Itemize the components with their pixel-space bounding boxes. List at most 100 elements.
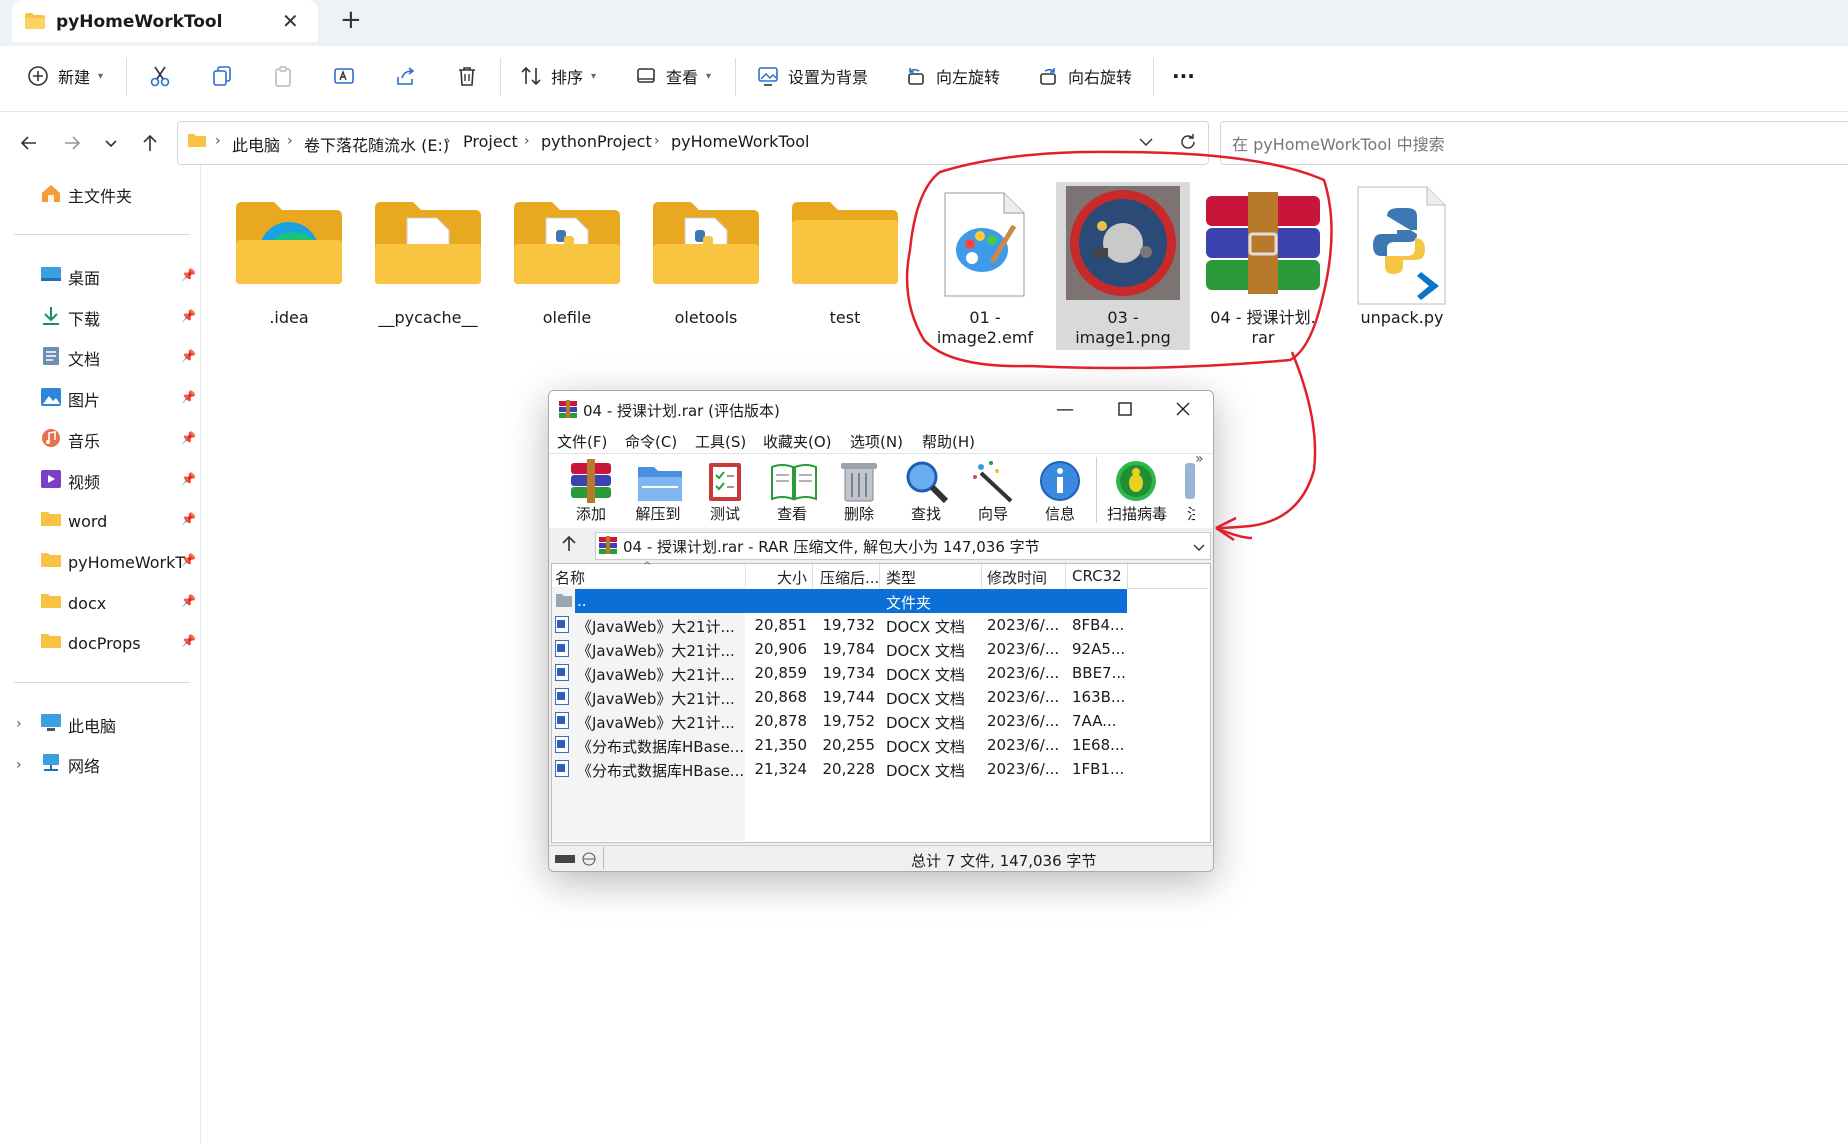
up-icon[interactable] [135,128,165,158]
rename-button[interactable] [332,56,356,96]
tool-view[interactable]: 查看 [761,457,823,525]
folder-item-test[interactable]: test [780,182,910,332]
copy-icon [210,64,234,88]
breadcrumb-drive-e[interactable]: 卷下落花随流水 (E:) [304,132,449,156]
new-button[interactable]: 新建 ▾ [26,56,103,96]
file-item-unpack-py[interactable]: unpack.py [1337,182,1467,332]
divider [500,58,501,96]
maximize-icon[interactable] [1095,391,1155,427]
cell-modified: 2023/6/... [987,736,1060,754]
up-one-level-icon[interactable] [559,533,579,557]
sidebar-item-desktop[interactable]: 桌面 [40,262,100,292]
tool-add[interactable]: 添加 [560,457,622,525]
sort-button[interactable]: 排序 ▾ [519,56,596,96]
column-size[interactable]: 大小 [777,567,807,588]
refresh-icon[interactable] [1173,127,1203,157]
sidebar-item-home[interactable]: 主文件夹 [40,180,132,210]
sidebar-item-pyhomeworktool[interactable]: pyHomeWorkT [40,547,185,577]
folder-item-pycache[interactable]: __pycache__ [363,182,493,332]
menu-file[interactable]: 文件(F) [557,431,607,452]
tool-scan-virus[interactable]: 扫描病毒 [1105,457,1169,525]
sidebar-item-network[interactable]: 网络 [40,750,100,780]
sidebar-item-word[interactable]: word [40,506,107,536]
view-button[interactable]: 查看 ▾ [634,56,711,96]
pin-icon[interactable]: 📌 [181,268,196,282]
breadcrumb-project[interactable]: Project [463,132,518,151]
tool-extract-to[interactable]: 解压到 [627,457,689,525]
folder-item-idea[interactable]: .idea [224,182,354,332]
tool-test[interactable]: 测试 [694,457,756,525]
pin-icon[interactable]: 📌 [181,309,196,323]
column-crc32[interactable]: CRC32 [1072,567,1122,585]
recent-locations-icon[interactable] [96,128,126,158]
divider [603,847,604,869]
close-tab-icon[interactable]: ✕ [282,9,299,33]
menu-help[interactable]: 帮助(H) [922,431,975,452]
more-options-button[interactable]: ··· [1172,56,1195,96]
toolbar-overflow-icon[interactable]: » [1195,451,1204,467]
cell-type: DOCX 文档 [886,618,965,636]
pin-icon[interactable]: 📌 [181,431,196,445]
rotate-right-button[interactable]: 向右旋转 [1036,56,1132,96]
menu-options[interactable]: 选项(N) [850,431,903,452]
tool-wizard[interactable]: 向导 [962,457,1024,525]
menu-favorites[interactable]: 收藏夹(O) [763,431,832,452]
menu-tools[interactable]: 工具(S) [695,431,746,452]
pin-icon[interactable]: 📌 [181,553,196,567]
column-type[interactable]: 类型 [886,567,916,588]
column-modified[interactable]: 修改时间 [987,567,1047,588]
column-packed[interactable]: 压缩后... [820,567,879,588]
share-button[interactable] [394,56,418,96]
view-label: 查看 [666,68,699,87]
back-icon[interactable] [14,128,44,158]
sidebar-item-docx[interactable]: docx [40,588,106,618]
sidebar-item-pictures[interactable]: 图片 [40,384,100,414]
item-label: image1.png [1075,328,1171,347]
chevron-down-icon[interactable] [1193,539,1205,558]
tool-label: 解压到 [635,505,681,523]
pin-icon[interactable]: 📌 [181,390,196,404]
tool-find[interactable]: 查找 [895,457,957,525]
sidebar-item-music[interactable]: 音乐 [40,425,100,455]
cut-button[interactable] [148,56,172,96]
pin-icon[interactable]: 📌 [181,634,196,648]
pin-icon[interactable]: 📌 [181,472,196,486]
breadcrumb-pythonproject[interactable]: pythonProject [541,132,652,151]
forward-icon[interactable] [57,128,87,158]
delete-button[interactable] [455,56,479,96]
pin-icon[interactable]: 📌 [181,594,196,608]
sidebar-item-this-pc[interactable]: 此电脑 [40,710,116,740]
sidebar-item-downloads[interactable]: 下载 [40,303,100,333]
expand-icon[interactable]: › [16,757,22,773]
file-item-image2-emf[interactable]: 01 - image2.emf [920,182,1050,352]
copy-button[interactable] [210,56,234,96]
tool-comment-partial[interactable]: 注 [1183,457,1213,525]
folder-item-olefile[interactable]: olefile [502,182,632,332]
pin-icon[interactable]: 📌 [181,349,196,363]
set-as-background-button[interactable]: 设置为背景 [756,56,868,96]
address-dropdown-icon[interactable] [1131,127,1161,157]
column-name[interactable]: 名称 [555,567,585,588]
folder-item-oletools[interactable]: oletools [641,182,771,332]
sidebar-item-videos[interactable]: 视频 [40,466,100,496]
minimize-icon[interactable]: — [1035,391,1095,427]
file-item-image1-png[interactable]: 03 - image1.png [1058,182,1188,352]
close-icon[interactable] [1153,391,1213,427]
pin-icon[interactable]: 📌 [181,512,196,526]
sidebar-item-docprops[interactable]: docProps [40,628,141,658]
breadcrumb-pyhomeworktool[interactable]: pyHomeWorkTool [671,132,809,151]
expand-icon[interactable]: › [16,716,22,732]
tool-info[interactable]: 信息 [1029,457,1091,525]
table-row-parent[interactable] [575,589,1127,613]
add-archive-icon [571,459,611,503]
rotate-left-button[interactable]: 向左旋转 [904,56,1000,96]
sidebar-item-documents[interactable]: 文档 [40,343,100,373]
menu-commands[interactable]: 命令(C) [625,431,677,452]
paste-button[interactable] [271,56,295,96]
breadcrumb-this-pc[interactable]: 此电脑 [232,132,280,156]
divider [0,111,1848,112]
search-input[interactable] [1230,131,1834,157]
new-tab-button[interactable]: + [340,5,362,35]
file-item-rar[interactable]: 04 - 授课计划. rar [1198,182,1328,352]
tool-delete[interactable]: 删除 [828,457,890,525]
